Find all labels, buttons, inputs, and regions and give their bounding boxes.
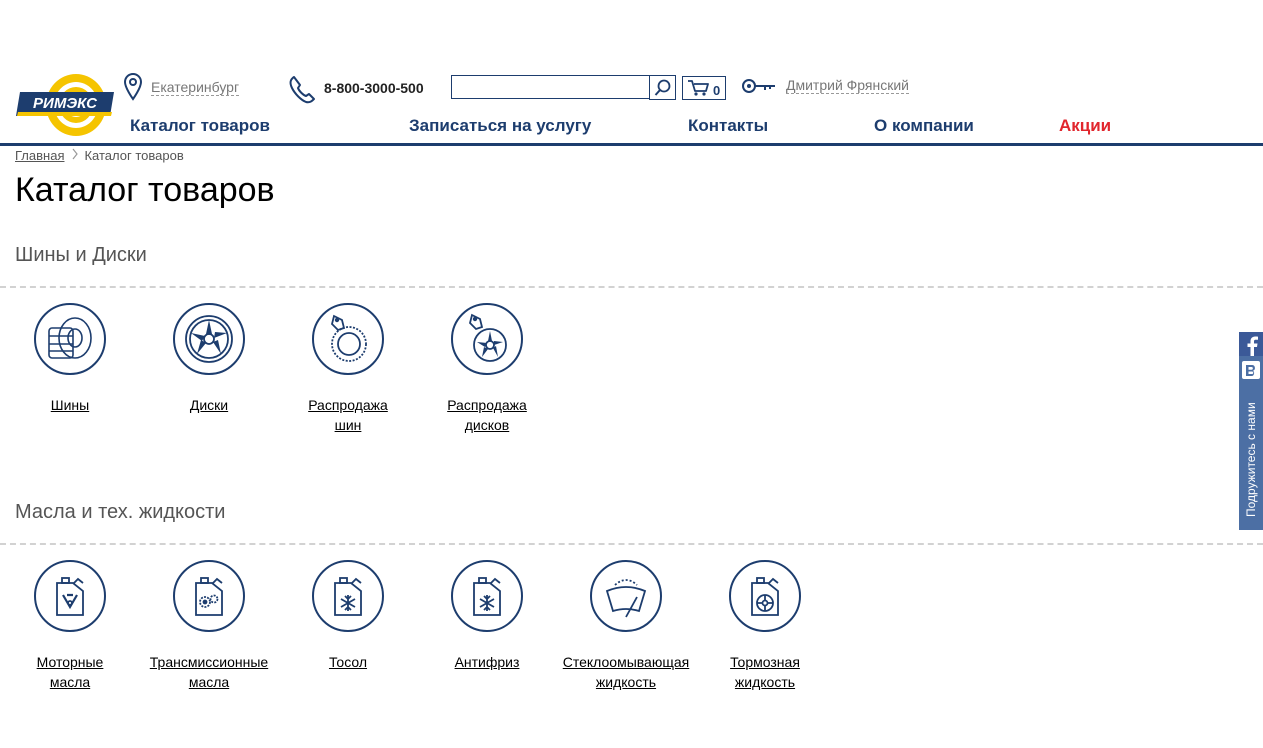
category-rim-sale[interactable]: Распродажа дисков xyxy=(417,303,557,435)
tosol-icon xyxy=(312,560,384,632)
brake-fluid-icon xyxy=(729,560,801,632)
category-label: Распродажа шин xyxy=(308,397,388,433)
search-icon xyxy=(654,79,670,96)
category-label: Тосол xyxy=(328,654,368,670)
chevron-right-icon xyxy=(72,148,79,164)
logo-text: РИМЭКС xyxy=(33,95,98,112)
breadcrumb-current: Каталог товаров xyxy=(84,148,184,163)
category-tosol[interactable]: Тосол xyxy=(278,560,418,672)
category-tires[interactable]: Шины xyxy=(0,303,140,415)
category-label: Шины xyxy=(50,397,90,413)
transmission-oil-icon xyxy=(173,560,245,632)
category-label: Моторные масла xyxy=(36,654,104,690)
breadcrumb-home[interactable]: Главная xyxy=(15,148,64,164)
category-brake-fluid[interactable]: Тормозная жидкость xyxy=(695,560,835,692)
cart-count: 0 xyxy=(713,82,721,98)
rimex-logo[interactable]: РИМЭКС xyxy=(14,72,116,138)
category-washer-fluid[interactable]: Стеклоомывающая жидкость xyxy=(556,560,696,692)
category-label: Трансмиссионные масла xyxy=(149,654,269,690)
category-label: Распродажа дисков xyxy=(447,397,527,433)
nav-promo[interactable]: Акции xyxy=(1059,116,1111,136)
cart-icon xyxy=(688,80,709,96)
nav-service[interactable]: Записаться на услугу xyxy=(409,116,591,136)
washer-fluid-icon xyxy=(590,560,662,632)
category-label: Антифриз xyxy=(454,654,520,670)
facebook-icon[interactable] xyxy=(1239,332,1263,356)
category-label: Тормозная жидкость xyxy=(730,654,800,690)
page-title: Каталог товаров xyxy=(15,171,275,209)
key-icon xyxy=(741,77,777,95)
section-title-tires: Шины и Диски xyxy=(15,244,147,266)
category-tire-sale[interactable]: Распродажа шин xyxy=(278,303,418,435)
phone-number[interactable]: 8-800-3000-500 xyxy=(324,79,424,97)
rim-sale-icon xyxy=(451,303,523,375)
social-label: Подружитесь с нами xyxy=(1244,402,1258,517)
antifreeze-icon xyxy=(451,560,523,632)
category-label: Стеклоомывающая жидкость xyxy=(562,654,690,690)
social-widget[interactable]: Подружитесь с нами xyxy=(1239,332,1263,530)
engine-oil-icon xyxy=(34,560,106,632)
search-button[interactable] xyxy=(649,75,676,100)
wheel-rim-icon xyxy=(173,303,245,375)
nav-catalog[interactable]: Каталог товаров xyxy=(130,116,270,136)
category-transmission-oil[interactable]: Трансмиссионные масла xyxy=(139,560,279,692)
city-selector[interactable]: Екатеринбург xyxy=(151,79,240,96)
section-title-fluids: Масла и тех. жидкости xyxy=(15,501,226,523)
tire-sale-icon xyxy=(312,303,384,375)
nav-about[interactable]: О компании xyxy=(874,116,974,136)
phone-icon xyxy=(286,73,318,105)
category-label: Диски xyxy=(189,397,229,413)
location-pin-icon xyxy=(122,72,144,102)
search-input[interactable] xyxy=(451,75,649,99)
category-antifreeze[interactable]: Антифриз xyxy=(417,560,557,672)
section-divider xyxy=(0,286,1263,288)
tire-stack-icon xyxy=(34,303,106,375)
user-account-link[interactable]: Дмитрий Фрянский xyxy=(786,77,910,94)
breadcrumb: Главная Каталог товаров xyxy=(15,148,184,164)
category-engine-oil[interactable]: Моторные масла xyxy=(0,560,140,692)
category-rims[interactable]: Диски xyxy=(139,303,279,415)
vk-icon[interactable] xyxy=(1242,361,1260,379)
cart-button[interactable]: 0 xyxy=(682,76,726,100)
header-divider xyxy=(0,143,1263,146)
section-divider xyxy=(0,543,1263,545)
nav-contacts[interactable]: Контакты xyxy=(688,116,768,136)
